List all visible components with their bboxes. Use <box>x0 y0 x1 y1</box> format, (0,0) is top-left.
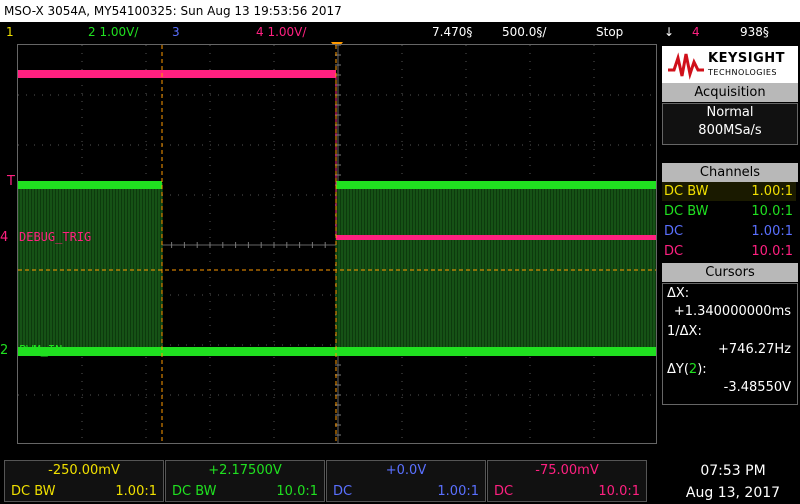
run-state[interactable]: Stop <box>596 22 623 42</box>
ch1-probe-bottom: 1.00:1 <box>115 484 157 499</box>
delta-y-label: ΔY(2): <box>667 362 707 377</box>
ch3-probe: 1.00:1 <box>751 224 793 239</box>
ch4-ground-marker[interactable]: 4 <box>0 230 8 245</box>
ch3-status[interactable]: 3 <box>172 22 180 42</box>
ch4-offset: -75.00mV <box>535 463 599 478</box>
ch3-coupling: DC <box>664 224 684 239</box>
delta-y-value: -3.48550V <box>723 380 791 395</box>
ch2-coupling-bottom: DC BW <box>172 484 217 499</box>
debug-trig-high <box>18 70 336 78</box>
window-title: MSO-X 3054A, MY54100325: Sun Aug 13 19:5… <box>0 0 800 22</box>
debug-trig-low <box>336 235 656 240</box>
ch3-probe-bottom: 1.00:1 <box>437 484 479 499</box>
acquisition-mode: Normal <box>706 105 754 120</box>
time-per-div[interactable]: 500.0§/ <box>502 22 546 42</box>
ch2-coupling: DC BW <box>664 204 709 219</box>
ch2-probe: 10.0:1 <box>751 204 793 219</box>
ch2-info[interactable]: +2.17500V DC BW 10.0:1 <box>165 460 325 502</box>
ch1-status[interactable]: 1 <box>6 22 14 42</box>
delta-x-value: +1.340000000ms <box>673 304 791 319</box>
ch4-info[interactable]: -75.00mV DC 10.0:1 <box>487 460 647 502</box>
sample-rate: 800MSa/s <box>698 123 762 138</box>
ch1-coupling-bottom: DC BW <box>11 484 56 499</box>
graticule <box>18 45 656 443</box>
inverse-delta-x-value: +746.27Hz <box>718 342 791 357</box>
trigger-edge-icon: ↓ <box>664 25 675 39</box>
ch3-coupling-bottom: DC <box>333 484 353 499</box>
ch3-info[interactable]: +0.0V DC 1.00:1 <box>326 460 486 502</box>
waveform-display[interactable] <box>17 44 657 444</box>
clock: 07:53 PM Aug 13, 2017 <box>668 460 798 504</box>
keysight-wave-icon <box>668 52 704 80</box>
trigger-channel[interactable]: 4 <box>692 22 700 42</box>
ch4-status[interactable]: 4 1.00V/ <box>256 22 306 42</box>
logo-subtext: TECHNOLOGIES <box>708 68 777 77</box>
ch4-probe-bottom: 10.0:1 <box>598 484 640 499</box>
cursors-header[interactable]: Cursors <box>662 263 798 282</box>
channel-row-1[interactable]: DC BW 1.00:1 <box>662 182 796 201</box>
status-bar: 1 2 1.00V/ 3 4 1.00V/ 7.470§ 500.0§/ Sto… <box>0 22 800 42</box>
ch2-offset: +2.17500V <box>208 463 282 478</box>
ch4-coupling-bottom: DC <box>494 484 514 499</box>
keysight-logo: KEYSIGHT TECHNOLOGIES <box>662 46 798 84</box>
channel-row-4[interactable]: DC 10.0:1 <box>662 242 796 261</box>
ch4-coupling: DC <box>664 244 684 259</box>
channel-info-bar: -250.00mV DC BW 1.00:1 +2.17500V DC BW 1… <box>0 452 800 503</box>
channel-row-3[interactable]: DC 1.00:1 <box>662 222 796 241</box>
inverse-delta-x-label: 1/ΔX: <box>667 324 702 339</box>
ch1-coupling: DC BW <box>664 184 709 199</box>
ch2-ground-marker[interactable]: 2 <box>0 343 8 358</box>
trigger-level[interactable]: 938§ <box>740 22 769 42</box>
time-position[interactable]: 7.470§ <box>432 22 472 42</box>
cursors-box: ΔX: +1.340000000ms 1/ΔX: +746.27Hz ΔY(2)… <box>662 283 798 405</box>
side-panel: KEYSIGHT TECHNOLOGIES Acquisition Normal… <box>660 44 800 444</box>
pwm-low-band <box>18 347 656 356</box>
ch2-probe-bottom: 10.0:1 <box>276 484 318 499</box>
clock-time: 07:53 PM <box>700 463 766 479</box>
ch4-probe: 10.0:1 <box>751 244 793 259</box>
pwm-high-band-left <box>18 181 162 189</box>
ch1-probe: 1.00:1 <box>751 184 793 199</box>
ch2-status[interactable]: 2 1.00V/ <box>88 22 138 42</box>
acquisition-header[interactable]: Acquisition <box>662 83 798 102</box>
channel-row-2[interactable]: DC BW 10.0:1 <box>662 202 796 221</box>
pwm-in-label: PWM_IN <box>19 343 63 357</box>
debug-trig-label: DEBUG_TRIG <box>19 230 92 244</box>
trigger-level-marker[interactable]: T <box>7 174 15 189</box>
pwm-high-band-right <box>336 181 656 189</box>
delta-x-label: ΔX: <box>667 286 690 301</box>
ch1-info[interactable]: -250.00mV DC BW 1.00:1 <box>4 460 164 502</box>
acquisition-box: Normal 800MSa/s <box>662 103 798 145</box>
clock-date: Aug 13, 2017 <box>685 485 781 501</box>
logo-text: KEYSIGHT <box>708 51 785 66</box>
ch3-offset: +0.0V <box>385 463 427 478</box>
ch1-offset: -250.00mV <box>48 463 120 478</box>
channels-header[interactable]: Channels <box>662 163 798 182</box>
